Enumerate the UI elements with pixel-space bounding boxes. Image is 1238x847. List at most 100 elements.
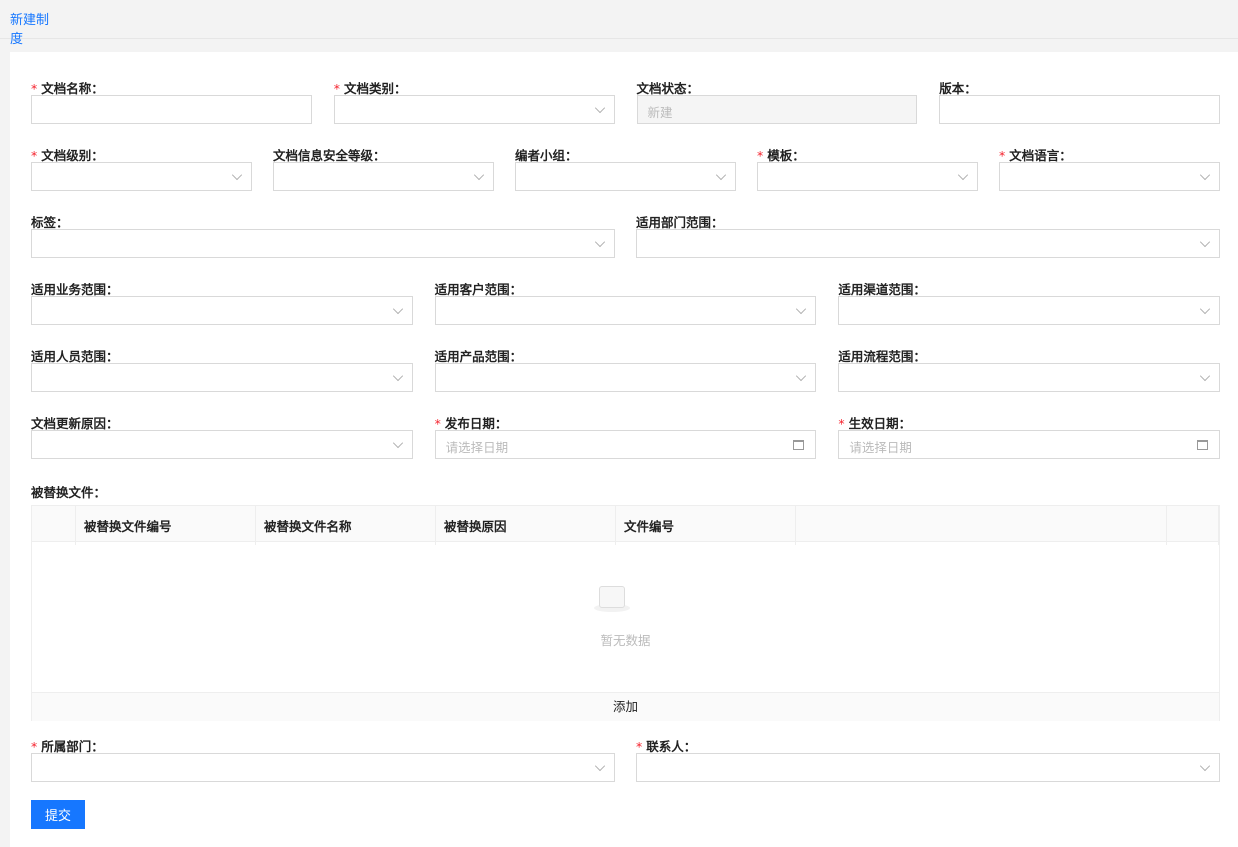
field-label-text: 文档信息安全等级： <box>273 148 386 163</box>
column-header: 被替换文件名称 <box>256 506 436 545</box>
chevron-down-icon <box>796 370 807 382</box>
chevron-down-icon <box>1199 760 1211 772</box>
form-field: 适用客户范围： <box>434 279 817 329</box>
empty-text: 暂无数据 <box>600 633 651 648</box>
select-input[interactable] <box>515 162 736 191</box>
field-label: 版本： <box>939 78 1220 96</box>
form-field: * 所属部门： <box>31 736 615 786</box>
field-label-text: 发布日期： <box>444 416 508 431</box>
column-header <box>796 506 1167 545</box>
field-label: * 文档类别： <box>333 78 615 96</box>
form-field: * 文档语言： <box>999 145 1220 195</box>
select-input[interactable] <box>333 95 615 124</box>
form-row: 适用业务范围： 适用客户范围： 适用渠道范围： <box>31 279 1220 329</box>
select-input[interactable] <box>31 229 615 258</box>
replaced-files-label: 被替换文件： <box>31 485 107 500</box>
field-label-text: 适用客户范围： <box>434 282 523 297</box>
select-input[interactable] <box>434 296 817 325</box>
field-label: 文档状态： <box>636 78 918 96</box>
field-label: * 生效日期： <box>838 413 1220 431</box>
field-label: 适用流程范围： <box>838 346 1220 364</box>
select-input[interactable] <box>757 162 978 191</box>
select-input[interactable] <box>838 296 1220 325</box>
text-input[interactable] <box>939 95 1220 124</box>
select-input[interactable] <box>31 430 413 459</box>
date-picker[interactable]: 请选择日期 <box>838 430 1220 459</box>
empty-state: 暂无数据 <box>32 542 1219 692</box>
select-input[interactable] <box>636 229 1220 258</box>
required-mark: * <box>636 739 643 754</box>
field-label-text: 所属部门： <box>41 739 104 754</box>
form-field: 版本： <box>939 78 1220 128</box>
select-input[interactable] <box>838 363 1220 392</box>
field-label: 适用产品范围： <box>434 346 817 364</box>
chevron-down-icon <box>1199 370 1211 382</box>
field-label-text: 文档级别： <box>41 148 104 163</box>
field-label-text: 文档语言： <box>1009 148 1072 163</box>
field-label-text: 文档状态： <box>636 81 700 96</box>
select-input[interactable] <box>31 753 615 782</box>
field-label: 文档更新原因： <box>31 413 413 431</box>
chevron-down-icon <box>392 437 403 449</box>
select-input[interactable] <box>31 296 413 325</box>
select-input[interactable] <box>31 162 252 191</box>
form-field: 文档更新原因： <box>31 413 413 463</box>
field-label: * 文档名称： <box>31 78 312 96</box>
form-field: * 文档级别： <box>31 145 252 195</box>
field-label-text: 适用业务范围： <box>31 282 119 297</box>
required-mark: * <box>31 739 38 754</box>
date-picker[interactable]: 请选择日期 <box>434 430 817 459</box>
empty-inbox-icon <box>599 586 625 608</box>
chevron-down-icon <box>392 303 403 315</box>
form-row: * 文档级别： 文档信息安全等级： 编者小组： * 模板： * 文档语言： <box>31 145 1220 195</box>
required-mark: * <box>31 148 38 163</box>
add-row-button[interactable]: 添加 <box>32 692 1219 721</box>
field-label-text: 联系人： <box>646 739 697 754</box>
field-label: * 所属部门： <box>31 736 615 754</box>
chevron-down-icon <box>715 169 727 181</box>
field-label-text: 生效日期： <box>848 416 912 431</box>
field-value: 新建 <box>647 105 673 120</box>
placeholder: 请选择日期 <box>445 440 509 455</box>
form-row: 适用人员范围： 适用产品范围： 适用流程范围： <box>31 346 1220 396</box>
select-input[interactable] <box>273 162 494 191</box>
field-label-text: 文档名称： <box>41 81 104 96</box>
tab-bar: 新建制度 <box>0 0 1238 61</box>
field-label: 适用客户范围： <box>434 279 817 297</box>
select-input[interactable] <box>999 162 1220 191</box>
form-field: 适用人员范围： <box>31 346 413 396</box>
form-field: 标签： <box>31 212 615 262</box>
calendar-icon <box>1196 440 1208 450</box>
field-label: * 文档语言： <box>999 145 1220 163</box>
field-label: 适用人员范围： <box>31 346 413 364</box>
replaced-files-table: 被替换文件编号 被替换文件名称 被替换原因 文件编号 暂无数据 添加 <box>31 505 1220 721</box>
table-header: 被替换文件编号 被替换文件名称 被替换原因 文件编号 <box>32 506 1219 545</box>
field-label-text: 适用渠道范围： <box>838 282 926 297</box>
column-header <box>1167 506 1219 545</box>
field-label-text: 适用部门范围： <box>636 215 724 230</box>
text-input[interactable] <box>31 95 312 124</box>
chevron-down-icon <box>1199 303 1211 315</box>
form-field: 适用产品范围： <box>434 346 817 396</box>
field-label-text: 适用人员范围： <box>31 349 119 364</box>
column-header <box>32 506 76 545</box>
chevron-down-icon <box>1199 169 1211 181</box>
submit-button[interactable]: 提交 <box>31 800 85 829</box>
calendar-icon <box>793 440 805 450</box>
select-input[interactable] <box>636 753 1220 782</box>
select-input[interactable] <box>434 363 817 392</box>
required-mark: * <box>999 148 1006 163</box>
required-mark: * <box>838 416 845 431</box>
field-label-text: 适用流程范围： <box>838 349 926 364</box>
field-label-text: 适用产品范围： <box>434 349 523 364</box>
chevron-down-icon <box>957 169 969 181</box>
form-field: 适用部门范围： <box>636 212 1220 262</box>
select-input[interactable] <box>31 363 413 392</box>
required-mark: * <box>333 81 340 96</box>
form-row: * 文档名称： * 文档类别： 文档状态： 新建 版本： <box>31 78 1220 128</box>
column-header: 被替换原因 <box>436 506 616 545</box>
form-field: * 文档类别： <box>333 78 615 128</box>
column-header: 被替换文件编号 <box>76 506 256 545</box>
replaced-files-label-wrap: 被替换文件： <box>31 482 331 500</box>
form-field: * 文档名称： <box>31 78 312 128</box>
